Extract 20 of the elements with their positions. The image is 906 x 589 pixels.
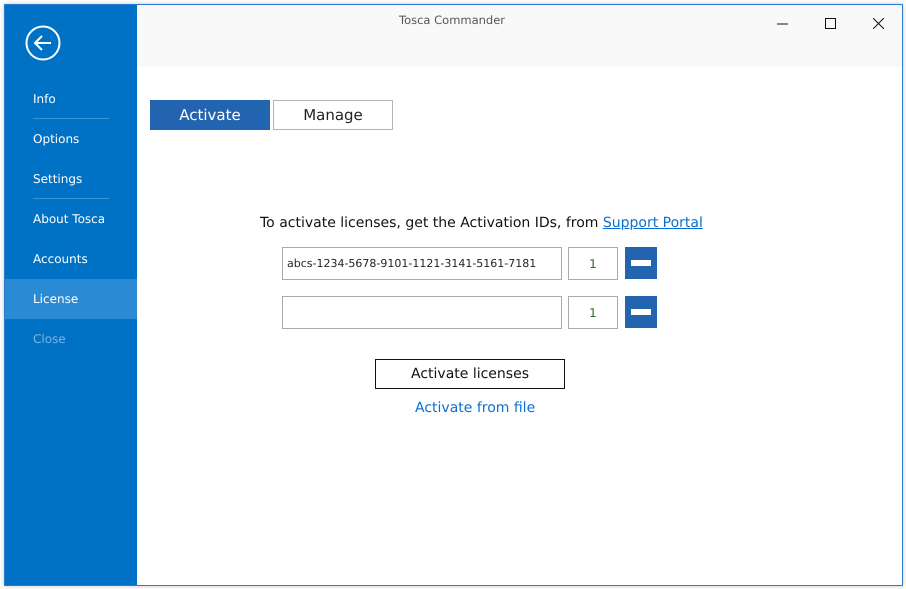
- window-title: Tosca Commander: [399, 12, 506, 29]
- remove-icon[interactable]: [625, 247, 657, 279]
- activation-id-field[interactable]: [282, 296, 562, 329]
- activation-id-field[interactable]: abcs-1234-5678-9101-1121-3141-5161-7181: [282, 247, 562, 280]
- sidebar-item[interactable]: Options: [5, 119, 137, 159]
- remove-icon[interactable]: [625, 296, 657, 328]
- sidebar-item[interactable]: License: [5, 279, 137, 319]
- support-portal-link[interactable]: Support Portal: [602, 215, 703, 231]
- activate-licenses-button[interactable]: Activate licenses: [375, 359, 565, 389]
- activate-from-file-link[interactable]: Activate from file: [415, 398, 536, 419]
- tab[interactable]: Manage: [273, 100, 393, 130]
- back-icon[interactable]: [25, 25, 61, 61]
- sidebar-item[interactable]: Info: [5, 79, 137, 119]
- count-field[interactable]: 1: [568, 247, 618, 280]
- instruction-text: To activate licenses, get the Activation IDs, from Support Portal: [260, 214, 704, 233]
- sidebar-item[interactable]: Settings: [5, 159, 137, 199]
- count-field[interactable]: 1: [568, 296, 618, 329]
- tab[interactable]: Activate: [150, 100, 270, 130]
- sidebar-item[interactable]: Accounts: [5, 239, 137, 279]
- sidebar-item[interactable]: About Tosca: [5, 199, 137, 239]
